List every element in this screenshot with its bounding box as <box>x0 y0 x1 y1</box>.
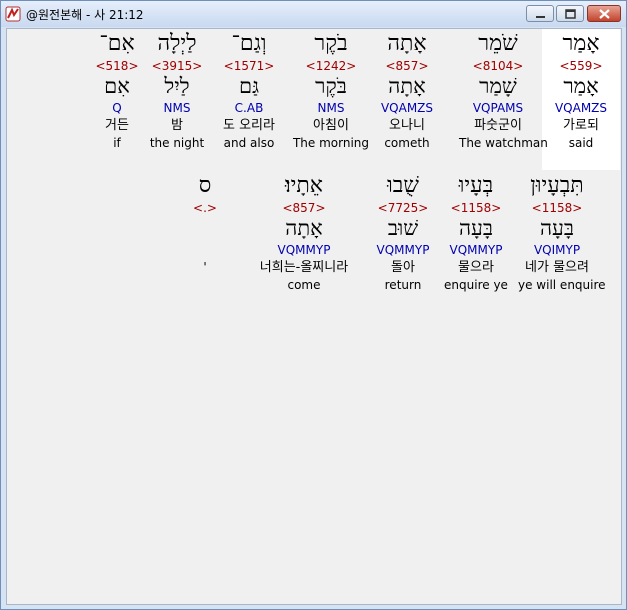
word-column[interactable]: אֵתָיוּ׃ <857> אָתָה VQMMYP 너희는-올찌니라 com… <box>240 171 368 294</box>
korean-gloss: 너희는-올찌니라 <box>259 260 349 275</box>
strongs-number[interactable]: <1242> <box>292 59 370 73</box>
strongs-number[interactable]: <559> <box>542 59 620 73</box>
lemma-word: גַּם <box>238 74 260 98</box>
morphology-code: VQMMYP <box>277 243 331 257</box>
korean-gloss: 네가 물으려 <box>525 260 589 275</box>
english-gloss: return <box>384 278 422 292</box>
word-column[interactable]: אִם־ <518> אִם Q 거든 if <box>78 29 156 152</box>
korean-gloss: 가로되 <box>563 118 599 133</box>
lemma-word: אָתָה <box>388 74 426 98</box>
english-gloss: and also <box>223 136 275 150</box>
lemma-word <box>168 215 242 242</box>
morphology-code: VQPAMS <box>472 101 524 115</box>
strongs-number[interactable]: <.> <box>168 201 242 215</box>
lemma-word: בֹּקֶר <box>315 74 347 98</box>
morphology-code: NMS <box>317 101 345 115</box>
strongs-number[interactable]: <7725> <box>364 201 442 215</box>
interlinear-view: אָמַר <559> אָמַר VQAMZS 가로되 said שֹׁמֵר… <box>6 28 622 605</box>
english-gloss: The morning <box>292 136 370 150</box>
english-gloss: ' <box>203 260 207 274</box>
lemma-word: בָּעָה <box>458 216 494 240</box>
morphology-code: VQAMZS <box>380 101 434 115</box>
hebrew-word: בֹקֶר <box>314 31 348 56</box>
maximize-icon <box>565 9 576 19</box>
window-title: @원전본해 - 사 21:12 <box>26 8 144 22</box>
hebrew-word: אָתָה <box>387 31 427 56</box>
korean-gloss: 도 오리라 <box>223 118 275 133</box>
hebrew-word: וְגַם־ <box>231 31 267 56</box>
word-column[interactable]: תִּבְעָיוּן <1158> בָּעָה VQIMYP 네가 물으려 … <box>518 171 606 294</box>
strongs-number[interactable]: <8104> <box>459 59 537 73</box>
word-column[interactable]: בֹקֶר <1242> בֹּקֶר NMS 아침이 The morning <box>292 29 370 152</box>
morphology-code: VQMMYP <box>376 243 430 257</box>
lemma-word: שׁוּב <box>387 216 419 240</box>
strongs-number[interactable]: <857> <box>368 59 446 73</box>
app-logo-icon <box>5 6 21 22</box>
minimize-button[interactable] <box>526 5 554 22</box>
morphology-code: VQMMYP <box>449 243 503 257</box>
english-gloss: The watchman <box>459 136 548 150</box>
hebrew-word: שֹׁמֵר <box>478 31 518 56</box>
hebrew-word: אֵתָיוּ׃ <box>284 173 324 198</box>
morphology-code: VQAMZS <box>554 101 608 115</box>
word-column[interactable]: אָמַר <559> אָמַר VQAMZS 가로되 said <box>542 29 620 170</box>
app-window: @원전본해 - 사 21:12 אָמַר <559> אָמַר VQAMZS… <box>0 0 627 610</box>
strongs-number[interactable]: <1158> <box>518 201 596 215</box>
morphology-code: C.AB <box>234 101 264 115</box>
korean-gloss: 오나니 <box>389 118 425 133</box>
title-bar[interactable]: @원전본해 - 사 21:12 <box>1 1 626 27</box>
word-column[interactable]: שֻׁבוּ <7725> שׁוּב VQMMYP 돌아 return <box>364 171 442 294</box>
strongs-number[interactable]: <1571> <box>210 59 288 73</box>
strongs-number[interactable]: <1158> <box>437 201 515 215</box>
word-column[interactable]: ס <.> ' <box>168 171 242 276</box>
english-gloss: ye will enquire <box>518 278 606 292</box>
english-gloss: if <box>113 136 121 150</box>
close-icon <box>599 9 610 19</box>
hebrew-word: אָמַר <box>562 31 600 56</box>
korean-gloss: 물으라 <box>458 260 494 275</box>
word-column[interactable]: אָתָה <857> אָתָה VQAMZS 오나니 cometh <box>368 29 446 152</box>
english-gloss: enquire ye <box>444 278 508 292</box>
morphology-code: VQIMYP <box>533 243 581 257</box>
korean-gloss: 아침이 <box>313 118 349 133</box>
strongs-number[interactable]: <857> <box>240 201 368 215</box>
hebrew-word: תִּבְעָיוּן <box>530 173 584 198</box>
maximize-button[interactable] <box>556 5 584 22</box>
english-gloss: come <box>287 278 321 292</box>
word-column[interactable]: שֹׁמֵר <8104> שָׁמַר VQPAMS 파숫군이 The wat… <box>459 29 548 152</box>
korean-gloss: 파숫군이 <box>474 118 522 133</box>
hebrew-word: אִם־ <box>99 31 135 56</box>
close-button[interactable] <box>587 5 621 22</box>
lemma-word: שָׁמַר <box>479 74 517 98</box>
morphology-code: Q <box>112 101 122 115</box>
strongs-number[interactable]: <518> <box>78 59 156 73</box>
hebrew-word: בְּעָיוּ <box>458 173 494 198</box>
english-gloss: said <box>568 136 594 150</box>
hebrew-word: ס <box>198 173 212 198</box>
english-gloss: cometh <box>384 136 430 150</box>
minimize-icon <box>536 16 545 18</box>
lemma-word: אָמַר <box>563 74 599 98</box>
lemma-word: אָתָה <box>285 216 323 240</box>
lemma-word: אִם <box>104 74 130 98</box>
word-column[interactable]: בְּעָיוּ <1158> בָּעָה VQMMYP 물으라 enquir… <box>437 171 515 294</box>
morphology-code <box>168 242 242 259</box>
lemma-word: בָּעָה <box>539 216 575 240</box>
word-column[interactable]: וְגַם־ <1571> גַּם C.AB 도 오리라 and also <box>210 29 288 152</box>
hebrew-word: שֻׁבוּ <box>387 173 419 198</box>
korean-gloss: 돌아 <box>391 260 415 275</box>
korean-gloss: 거든 <box>105 118 129 133</box>
